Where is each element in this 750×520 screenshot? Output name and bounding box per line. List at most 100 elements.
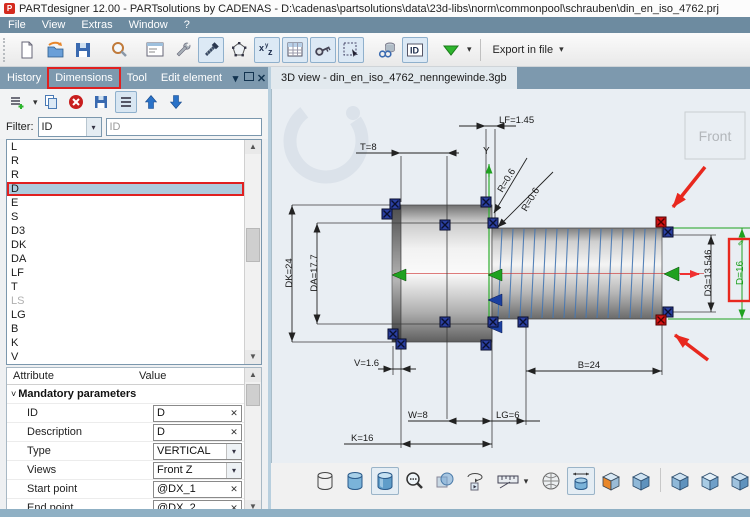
move-up-icon[interactable] — [140, 91, 162, 113]
mesh-view-icon[interactable] — [537, 467, 565, 495]
list-item[interactable]: E — [7, 196, 244, 210]
menu-help[interactable]: ? — [176, 17, 198, 33]
scroll-up-icon[interactable]: ▲ — [245, 140, 261, 154]
delete-icon[interactable] — [65, 91, 87, 113]
list-item[interactable]: S — [7, 210, 244, 224]
cube-face-icon[interactable] — [597, 467, 625, 495]
left-panel-tabbar: History Dimensions Tool Edit element ▾ ✕ — [0, 67, 268, 89]
measure-caret-icon[interactable]: ▾ — [524, 476, 529, 487]
save-icon[interactable] — [70, 37, 96, 63]
menu-add-caret-icon[interactable]: ▾ — [33, 97, 38, 108]
list-item[interactable]: DK — [7, 238, 244, 252]
list-item[interactable]: V — [7, 350, 244, 364]
scroll-thumb[interactable] — [246, 228, 260, 262]
screw-icon[interactable] — [198, 37, 224, 63]
value-table-icon[interactable] — [282, 37, 308, 63]
drawing-area: Front — [271, 89, 750, 463]
cylinder-shaded-icon[interactable] — [371, 467, 399, 495]
attr-group-row[interactable]: ˅Mandatory parameters — [7, 388, 136, 400]
scroll-down-icon[interactable]: ▼ — [245, 350, 261, 364]
selection-frame-icon[interactable] — [338, 37, 364, 63]
tab-history[interactable]: History — [0, 68, 48, 88]
attr-value-start-point[interactable]: @DX_1✕ — [153, 481, 242, 498]
tab-edit-element[interactable]: Edit element — [154, 68, 229, 88]
list-item-selected[interactable]: D — [7, 182, 244, 196]
attr-value-views[interactable]: Front Z▾ — [153, 462, 242, 479]
svg-text:x: x — [259, 43, 264, 53]
key-icon[interactable] — [310, 37, 336, 63]
panel-menu-icon[interactable]: ▾ — [229, 72, 242, 85]
collapse-chevron-icon[interactable]: ˅ — [11, 389, 16, 399]
list-item[interactable]: DA — [7, 252, 244, 266]
cylinder-measure-icon[interactable] — [567, 467, 595, 495]
list-item[interactable]: R — [7, 154, 244, 168]
move-down-icon[interactable] — [165, 91, 187, 113]
list-item[interactable]: L — [7, 140, 244, 154]
tab-tool[interactable]: Tool — [120, 68, 154, 88]
menu-view[interactable]: View — [34, 17, 74, 33]
view-cube-1-icon[interactable] — [666, 467, 694, 495]
green-dropdown-icon[interactable] — [438, 37, 464, 63]
cylinder-flat-icon[interactable] — [341, 467, 369, 495]
list-scrollbar[interactable]: ▲ ▼ — [244, 140, 261, 364]
panel-close-icon[interactable]: ✕ — [255, 72, 268, 85]
scroll-thumb[interactable] — [246, 384, 260, 406]
attr-value-type[interactable]: VERTICAL▾ — [153, 443, 242, 460]
copy-icon[interactable] — [40, 91, 62, 113]
measure-dropdown[interactable]: ▾ — [491, 467, 535, 495]
scroll-up-icon[interactable]: ▲ — [245, 368, 261, 382]
list-item[interactable]: T — [7, 280, 244, 294]
drawing-canvas[interactable]: Front — [272, 89, 750, 463]
assembly-search-icon[interactable] — [374, 37, 400, 63]
xyz-variables-icon[interactable]: xyz — [254, 37, 280, 63]
filter-field-value: ID — [39, 121, 86, 133]
transparency-icon[interactable] — [431, 467, 459, 495]
view-cube-3-icon[interactable] — [726, 467, 750, 495]
export-in-file-button[interactable]: Export in file ▾ — [487, 42, 572, 58]
menu-extras[interactable]: Extras — [73, 17, 120, 33]
front-label: Front — [699, 128, 732, 144]
save-dimension-icon[interactable] — [90, 91, 112, 113]
dropdown-caret-icon[interactable]: ▾ — [226, 463, 241, 478]
new-document-icon[interactable] — [14, 37, 40, 63]
toolbar-separator — [480, 39, 481, 61]
cylinder-wireframe-icon[interactable] — [311, 467, 339, 495]
tab-dimensions[interactable]: Dimensions — [48, 68, 119, 88]
list-item[interactable]: K — [7, 336, 244, 350]
menu-file[interactable]: File — [0, 17, 34, 33]
tab-3d-view[interactable]: 3D view - din_en_iso_4762_nenngewinde.3g… — [271, 67, 517, 89]
attr-col-header: Attribute — [7, 370, 139, 382]
clear-icon[interactable]: ✕ — [227, 408, 241, 419]
cube-solid-icon[interactable] — [627, 467, 655, 495]
clear-icon[interactable]: ✕ — [227, 484, 241, 495]
list-item[interactable]: R — [7, 168, 244, 182]
svg-text:ID: ID — [410, 45, 420, 55]
attr-value-id[interactable]: D✕ — [153, 405, 242, 422]
id-tool-icon[interactable]: ID — [402, 37, 428, 63]
attr-scrollbar[interactable]: ▲ ▼ — [244, 368, 261, 514]
attr-value-description[interactable]: D✕ — [153, 424, 242, 441]
filter-input[interactable] — [106, 118, 263, 136]
filter-field-caret-icon[interactable]: ▾ — [86, 118, 101, 136]
rotate-view-icon[interactable] — [461, 467, 489, 495]
green-dropdown-caret-icon[interactable]: ▾ — [467, 44, 472, 55]
list-item[interactable]: LF — [7, 266, 244, 280]
open-file-icon[interactable] — [42, 37, 68, 63]
menu-add-icon[interactable] — [6, 91, 28, 113]
list-item[interactable]: LG — [7, 308, 244, 322]
dropdown-caret-icon[interactable]: ▾ — [226, 444, 241, 459]
list-item[interactable]: D3 — [7, 224, 244, 238]
filter-field-select[interactable]: ID ▾ — [38, 117, 102, 137]
zoom-select-icon[interactable] — [401, 467, 429, 495]
view-cube-2-icon[interactable] — [696, 467, 724, 495]
list-item[interactable]: B — [7, 322, 244, 336]
sketch-icon[interactable] — [226, 37, 252, 63]
tree-view-icon[interactable] — [142, 37, 168, 63]
list-view-icon[interactable] — [115, 91, 137, 113]
clear-icon[interactable]: ✕ — [227, 427, 241, 438]
panel-maximize-icon[interactable] — [242, 72, 255, 84]
attr-name: Description — [7, 426, 153, 438]
wrench-icon[interactable] — [170, 37, 196, 63]
search-icon[interactable] — [106, 37, 132, 63]
menu-window[interactable]: Window — [121, 17, 176, 33]
